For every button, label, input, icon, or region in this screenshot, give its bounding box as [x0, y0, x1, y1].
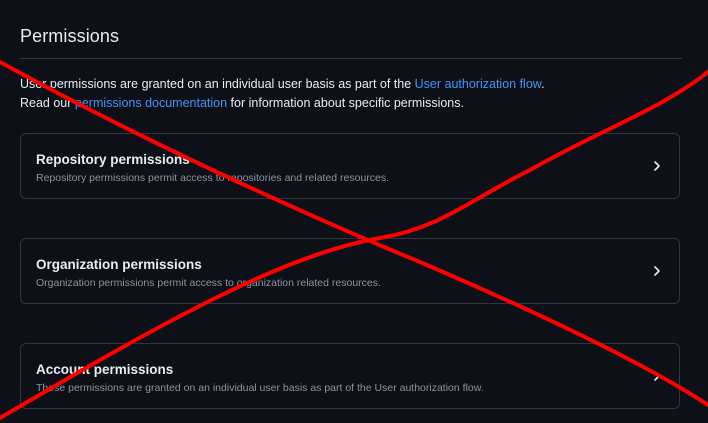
account-permissions-card[interactable]: Account permissions These permissions ar…: [20, 343, 680, 409]
section-divider: [20, 58, 682, 59]
intro-line-2-end: for information about specific permissio…: [227, 96, 464, 110]
repository-permissions-card[interactable]: Repository permissions Repository permis…: [20, 133, 680, 199]
intro-line-1: User permissions are granted on an indiv…: [20, 75, 682, 94]
intro-line-2-start: Read our: [20, 96, 75, 110]
card-title: Repository permissions: [36, 152, 190, 167]
intro-line-1-end: .: [541, 77, 545, 91]
user-authorization-flow-link[interactable]: User authorization flow: [415, 77, 541, 91]
permissions-page: Permissions User permissions are granted…: [0, 0, 708, 423]
chevron-right-icon: [654, 161, 660, 171]
intro-text: User permissions are granted on an indiv…: [20, 75, 682, 113]
chevron-right-icon: [654, 371, 660, 381]
intro-line-2: Read our permissions documentation for i…: [20, 94, 682, 113]
card-description: Repository permissions permit access to …: [36, 172, 390, 184]
intro-line-1-text: User permissions are granted on an indiv…: [20, 77, 415, 91]
section-title: Permissions: [20, 26, 120, 46]
permissions-documentation-link[interactable]: permissions documentation: [75, 96, 227, 110]
card-description: Organization permissions permit access t…: [36, 277, 381, 289]
organization-permissions-card[interactable]: Organization permissions Organization pe…: [20, 238, 680, 304]
card-title: Account permissions: [36, 362, 174, 377]
card-description: These permissions are granted on an indi…: [36, 382, 484, 394]
card-title: Organization permissions: [36, 257, 202, 272]
chevron-right-icon: [654, 266, 660, 276]
